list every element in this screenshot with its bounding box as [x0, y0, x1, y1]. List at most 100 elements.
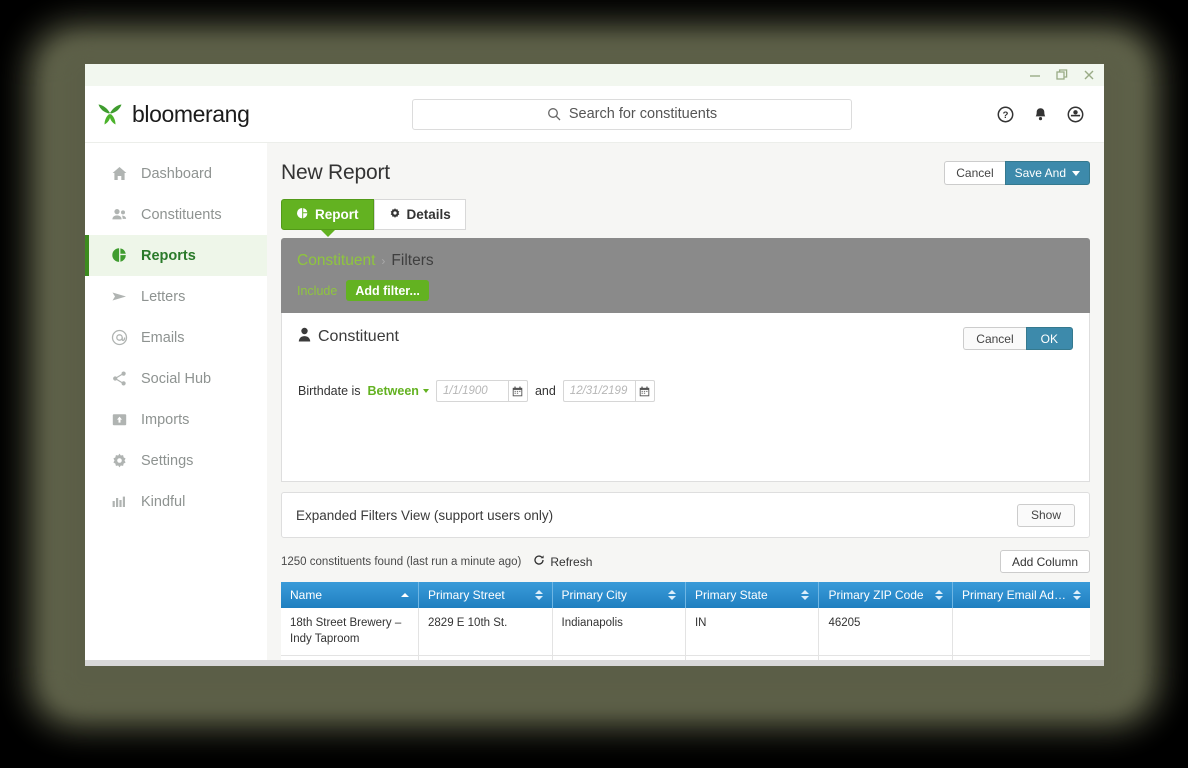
active-tab-pointer	[321, 230, 335, 237]
column-label: Primary State	[694, 588, 768, 602]
sidebar-item-label: Imports	[141, 411, 190, 428]
breadcrumb-current-filters: Filters	[391, 252, 434, 269]
sort-toggle-icon	[1073, 590, 1081, 600]
app-header: bloomerang Search for constituents ?	[85, 86, 1104, 143]
constituent-card-title-label: Constituent	[318, 328, 399, 345]
pie-chart-icon	[111, 247, 128, 264]
svg-text:?: ?	[1003, 110, 1009, 121]
tab-details[interactable]: Details	[373, 199, 466, 230]
share-icon	[111, 370, 128, 387]
results-summary: 1250 constituents found (last run a minu…	[281, 554, 592, 569]
column-label: Primary ZIP Code	[828, 588, 924, 602]
window-title-bar	[85, 64, 1104, 86]
filter-cancel-button[interactable]: Cancel	[963, 327, 1026, 350]
sort-toggle-icon	[534, 590, 543, 600]
sidebar-item-label: Kindful	[141, 493, 186, 510]
sidebar-item-label: Settings	[141, 452, 194, 469]
column-header-primary-email-address[interactable]: Primary Email Addr...	[952, 582, 1090, 608]
constituent-card-header: Constituent Cancel OK	[298, 327, 1073, 350]
sidebar-item-social-hub[interactable]: Social Hub	[85, 358, 267, 399]
sidebar-item-reports[interactable]: Reports	[85, 235, 267, 276]
table-row[interactable]: 18th Street Brewery – Indy Taproom 2829 …	[281, 608, 1090, 657]
column-label: Primary Email Addr...	[961, 588, 1069, 602]
sidebar-nav: Dashboard Constituents Reports Letters E…	[85, 143, 267, 666]
breadcrumb-link-constituent[interactable]: Constituent	[297, 252, 375, 270]
page-header: New Report Cancel Save And	[281, 161, 1090, 185]
end-date-input[interactable]: 12/31/2199	[562, 380, 635, 402]
add-column-button[interactable]: Add Column	[999, 550, 1090, 573]
column-label: Primary Street	[428, 588, 505, 602]
cell-name: 18th Street Brewery – Indy Taproom	[281, 608, 420, 657]
bloomerang-leaf-icon	[97, 102, 123, 126]
end-date-calendar-icon[interactable]	[634, 380, 655, 402]
tab-details-label: Details	[406, 207, 451, 222]
birthdate-field-label: Birthdate is	[298, 384, 361, 398]
gear-icon	[111, 452, 128, 469]
birthdate-filter-row: Birthdate is Between 1/1/1900 and 12/31/…	[298, 380, 1073, 402]
constituent-filter-card: Constituent Cancel OK Birthdate is Betwe…	[281, 313, 1090, 482]
column-header-primary-zip-code[interactable]: Primary ZIP Code	[818, 582, 953, 608]
tab-report[interactable]: Report	[281, 199, 374, 230]
minimize-icon[interactable]	[1028, 68, 1042, 82]
expanded-filters-label: Expanded Filters View (support users onl…	[296, 507, 554, 523]
refresh-icon	[533, 554, 545, 569]
search-area: Search for constituents	[267, 98, 997, 130]
cell-city: Indianapolis	[552, 608, 686, 657]
paper-plane-icon	[111, 288, 128, 305]
add-filter-button[interactable]: Add filter...	[346, 280, 429, 301]
close-icon[interactable]	[1082, 68, 1096, 82]
refresh-button[interactable]: Refresh	[533, 554, 592, 569]
filters-panel-row: Include Add filter...	[297, 280, 1074, 301]
start-date-calendar-icon[interactable]	[507, 380, 528, 402]
date-range-conjunction: and	[534, 384, 556, 398]
cancel-button[interactable]: Cancel	[944, 161, 1005, 185]
sidebar-item-constituents[interactable]: Constituents	[85, 194, 267, 235]
save-and-label: Save And	[1014, 166, 1066, 180]
sidebar-item-imports[interactable]: Imports	[85, 399, 267, 440]
column-header-primary-city[interactable]: Primary City	[552, 582, 686, 608]
show-expanded-filters-button[interactable]: Show	[1016, 503, 1075, 527]
sidebar-item-label: Emails	[141, 329, 185, 346]
operator-select-value: Between	[367, 384, 419, 398]
user-account-icon[interactable]	[1067, 106, 1084, 123]
filter-ok-button[interactable]: OK	[1025, 327, 1073, 350]
header-icon-group: ?	[997, 106, 1104, 123]
help-icon[interactable]: ?	[997, 106, 1014, 123]
sidebar-item-letters[interactable]: Letters	[85, 276, 267, 317]
search-icon	[547, 107, 561, 121]
sidebar-item-label: Reports	[141, 247, 196, 264]
column-header-name[interactable]: Name	[281, 582, 420, 608]
sort-toggle-icon	[667, 590, 676, 600]
window-bottom-crop-edge	[85, 660, 1104, 666]
start-date-group: 1/1/1900	[435, 380, 528, 402]
bloomerang-logo[interactable]: bloomerang	[85, 101, 267, 128]
sidebar-item-kindful[interactable]: Kindful	[85, 481, 267, 522]
column-header-primary-state[interactable]: Primary State	[685, 582, 820, 608]
sort-ascending-icon	[401, 593, 410, 597]
sidebar-item-label: Letters	[141, 288, 186, 305]
screenshot-stage: bloomerang Search for constituents ? Das…	[0, 0, 1188, 768]
search-input[interactable]: Search for constituents	[412, 98, 852, 130]
restore-window-icon[interactable]	[1055, 68, 1069, 82]
save-and-button[interactable]: Save And	[1004, 161, 1090, 185]
cell-zip: 46205	[818, 608, 953, 657]
sidebar-item-dashboard[interactable]: Dashboard	[85, 153, 267, 194]
operator-select[interactable]: Between	[368, 384, 429, 398]
column-header-primary-street[interactable]: Primary Street	[418, 582, 553, 608]
import-folder-icon	[111, 411, 128, 428]
constituent-card-actions: Cancel OK	[963, 327, 1073, 350]
logo-wordmark: bloomerang	[132, 100, 250, 127]
results-count-label: 1250 constituents found (last run a minu…	[281, 555, 522, 568]
people-icon	[111, 206, 128, 223]
sort-toggle-icon	[934, 590, 943, 600]
sidebar-item-emails[interactable]: Emails	[85, 317, 267, 358]
sidebar-item-settings[interactable]: Settings	[85, 440, 267, 481]
results-toolbar: 1250 constituents found (last run a minu…	[281, 550, 1090, 573]
start-date-input[interactable]: 1/1/1900	[435, 380, 508, 402]
results-table: Name Primary Street Primary City Primary…	[281, 582, 1090, 666]
column-label: Primary City	[561, 588, 627, 602]
filters-panel: Constituent › Filters Include Add filter…	[281, 238, 1090, 313]
notifications-bell-icon[interactable]	[1032, 106, 1049, 123]
main-content: New Report Cancel Save And Report Detail…	[267, 143, 1104, 666]
sidebar-item-label: Social Hub	[141, 370, 212, 387]
